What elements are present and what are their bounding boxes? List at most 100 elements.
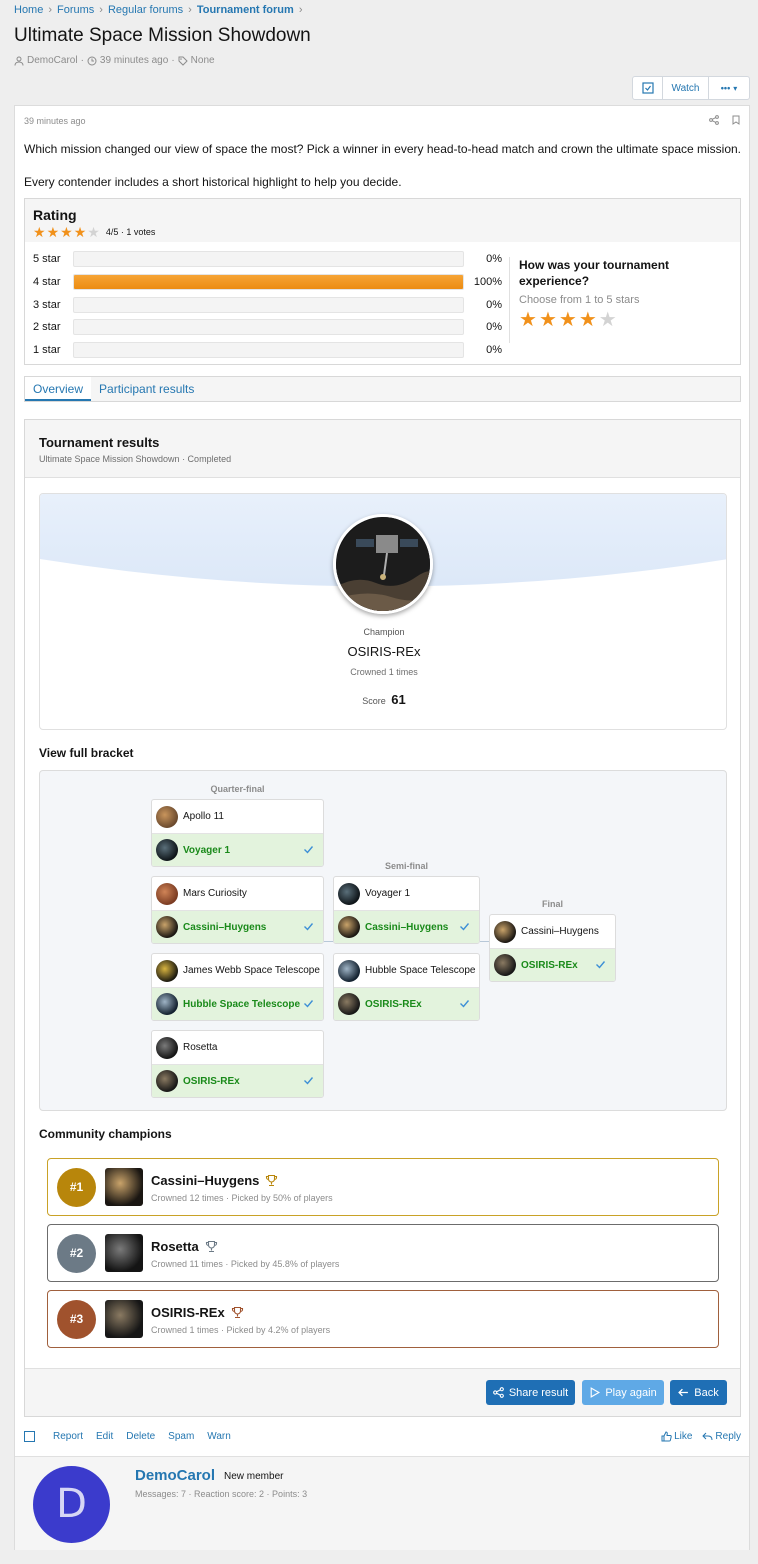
bracket-slot[interactable]: Hubble Space Telescope <box>334 954 479 987</box>
thread-author[interactable]: DemoCarol <box>27 55 78 66</box>
author-name[interactable]: DemoCarol <box>135 1467 215 1484</box>
contender-name: OSIRIS-REx <box>183 1075 240 1087</box>
rating-bar-row: 1 star 0% <box>33 341 502 358</box>
rating-title: Rating <box>33 207 77 223</box>
score-label: Score <box>362 696 386 706</box>
bracket-match: Cassini–Huygens OSIRIS-REx <box>489 914 616 982</box>
share-result-button[interactable]: Share result <box>486 1380 575 1405</box>
play-again-button[interactable]: Play again <box>582 1380 664 1405</box>
star-icon[interactable]: ★ <box>579 310 597 330</box>
bookmark-icon[interactable] <box>731 115 741 125</box>
bracket-slot[interactable]: OSIRIS-REx <box>334 987 479 1020</box>
champion-card-title: Cassini–Huygens <box>151 1173 260 1188</box>
rating-bar-label: 1 star <box>33 343 61 356</box>
star-icon: ★ <box>73 224 87 240</box>
watch-button[interactable]: Watch <box>663 77 709 99</box>
star-icon[interactable]: ★ <box>599 310 617 330</box>
report-link[interactable]: Report <box>53 1431 83 1442</box>
results-panel: Tournament results Ultimate Space Missio… <box>24 419 741 1417</box>
champion-card-title: OSIRIS-REx <box>151 1305 225 1320</box>
bracket-match: Voyager 1 Cassini–Huygens <box>333 876 480 944</box>
champion-image <box>333 514 433 614</box>
breadcrumb-regular-forums[interactable]: Regular forums <box>108 4 183 16</box>
bracket-slot[interactable]: Cassini–Huygens <box>334 910 479 943</box>
select-checkbox[interactable] <box>633 77 663 99</box>
breadcrumb-tournament-forum[interactable]: Tournament forum <box>197 4 294 16</box>
bracket-slot[interactable]: OSIRIS-REx <box>152 1064 323 1097</box>
check-icon <box>304 1000 314 1008</box>
post-time[interactable]: 39 minutes ago <box>24 116 86 126</box>
rating-bar-percent: 0% <box>486 343 502 356</box>
bracket-slot[interactable]: Voyager 1 <box>152 833 323 866</box>
contender-name: Apollo 11 <box>183 811 224 822</box>
bracket-slot[interactable]: Rosetta <box>152 1031 323 1064</box>
rating-bar-percent: 0% <box>486 298 502 311</box>
reply-icon <box>702 1432 713 1440</box>
breadcrumb-forums[interactable]: Forums <box>57 4 94 16</box>
delete-link[interactable]: Delete <box>126 1431 155 1442</box>
star-icon: ★ <box>46 224 60 240</box>
thread-toolbar: Watch ••• ▾ <box>632 76 750 100</box>
author-title: New member <box>224 1471 284 1482</box>
tab-participant-results[interactable]: Participant results <box>91 377 202 401</box>
rating-bar-percent: 100% <box>473 275 502 288</box>
more-options-button[interactable]: ••• ▾ <box>709 77 749 99</box>
share-icon[interactable] <box>709 115 719 125</box>
contender-thumbnail <box>338 959 360 982</box>
bracket-slot[interactable]: Hubble Space Telescope <box>152 987 323 1020</box>
trophy-icon <box>266 1174 278 1187</box>
bracket-slot[interactable]: Cassini–Huygens <box>152 910 323 943</box>
bracket-slot[interactable]: Mars Curiosity <box>152 877 323 910</box>
round-semi-label: Semi-final <box>384 861 428 871</box>
rank-badge: #3 <box>57 1300 96 1339</box>
chevron-right-icon: › <box>298 4 303 16</box>
rank-badge: #1 <box>57 1168 96 1207</box>
post-body-line-1: Which mission changed our view of space … <box>24 142 742 156</box>
rating-bar-track <box>73 296 464 313</box>
warn-link[interactable]: Warn <box>207 1431 231 1442</box>
bracket-slot[interactable]: OSIRIS-REx <box>490 948 615 981</box>
rating-bar-row: 2 star 0% <box>33 318 502 335</box>
contender-thumbnail <box>494 954 516 976</box>
like-link[interactable]: Like <box>674 1431 692 1442</box>
community-champion-card: #1 Cassini–Huygens Crowned 12 times · Pick… <box>47 1158 719 1216</box>
star-icon[interactable]: ★ <box>519 310 537 330</box>
check-icon <box>596 961 606 969</box>
rating-summary: 4/5 · 1 votes <box>105 227 156 237</box>
champion-card-name: OSIRIS-REx <box>151 1305 244 1320</box>
contender-thumbnail <box>338 882 360 905</box>
page-title: Ultimate Space Mission Showdown <box>14 25 311 46</box>
results-title: Tournament results <box>39 435 160 450</box>
check-icon <box>304 923 314 931</box>
contender-thumbnail <box>156 805 178 828</box>
reply-link[interactable]: Reply <box>715 1431 741 1442</box>
spam-link[interactable]: Spam <box>168 1431 194 1442</box>
rating-bar-track <box>73 341 464 358</box>
rating-bar-row: 4 star 100% <box>33 273 502 290</box>
bracket-title[interactable]: View full bracket <box>39 746 133 760</box>
author-block: D DemoCarol New member Messages: 7 · Rea… <box>15 1456 749 1550</box>
bracket-slot[interactable]: Apollo 11 <box>152 800 323 833</box>
tab-overview[interactable]: Overview <box>25 377 92 401</box>
avatar[interactable]: D <box>33 1466 110 1543</box>
star-icon: ★ <box>33 224 46 240</box>
rate-question: How was your tournament experience? <box>519 258 670 288</box>
bracket-slot[interactable]: Voyager 1 <box>334 877 479 910</box>
star-icon[interactable]: ★ <box>559 310 577 330</box>
checkbox-icon[interactable] <box>24 1430 35 1442</box>
contender-thumbnail <box>156 839 178 861</box>
edit-link[interactable]: Edit <box>96 1431 113 1442</box>
champion-thumbnail <box>105 1234 143 1272</box>
rating-bar-row: 5 star 0% <box>33 250 502 267</box>
bracket-slot[interactable]: James Webb Space Telescope <box>152 954 323 987</box>
thread-time[interactable]: 39 minutes ago <box>100 55 168 66</box>
star-icon[interactable]: ★ <box>539 310 557 330</box>
bracket-slot[interactable]: Cassini–Huygens <box>490 915 615 948</box>
champion-card-stats: Crowned 11 times · Picked by 45.8% of pl… <box>151 1259 340 1269</box>
contender-thumbnail <box>156 1036 178 1059</box>
back-button[interactable]: Back <box>670 1380 727 1405</box>
rating-bar-track <box>73 318 464 335</box>
breadcrumb-home[interactable]: Home <box>14 4 43 16</box>
rating-stars: ★ ★ ★ ★ ★ 4/5 · 1 votes <box>33 225 732 239</box>
rating-bar-label: 3 star <box>33 298 61 311</box>
